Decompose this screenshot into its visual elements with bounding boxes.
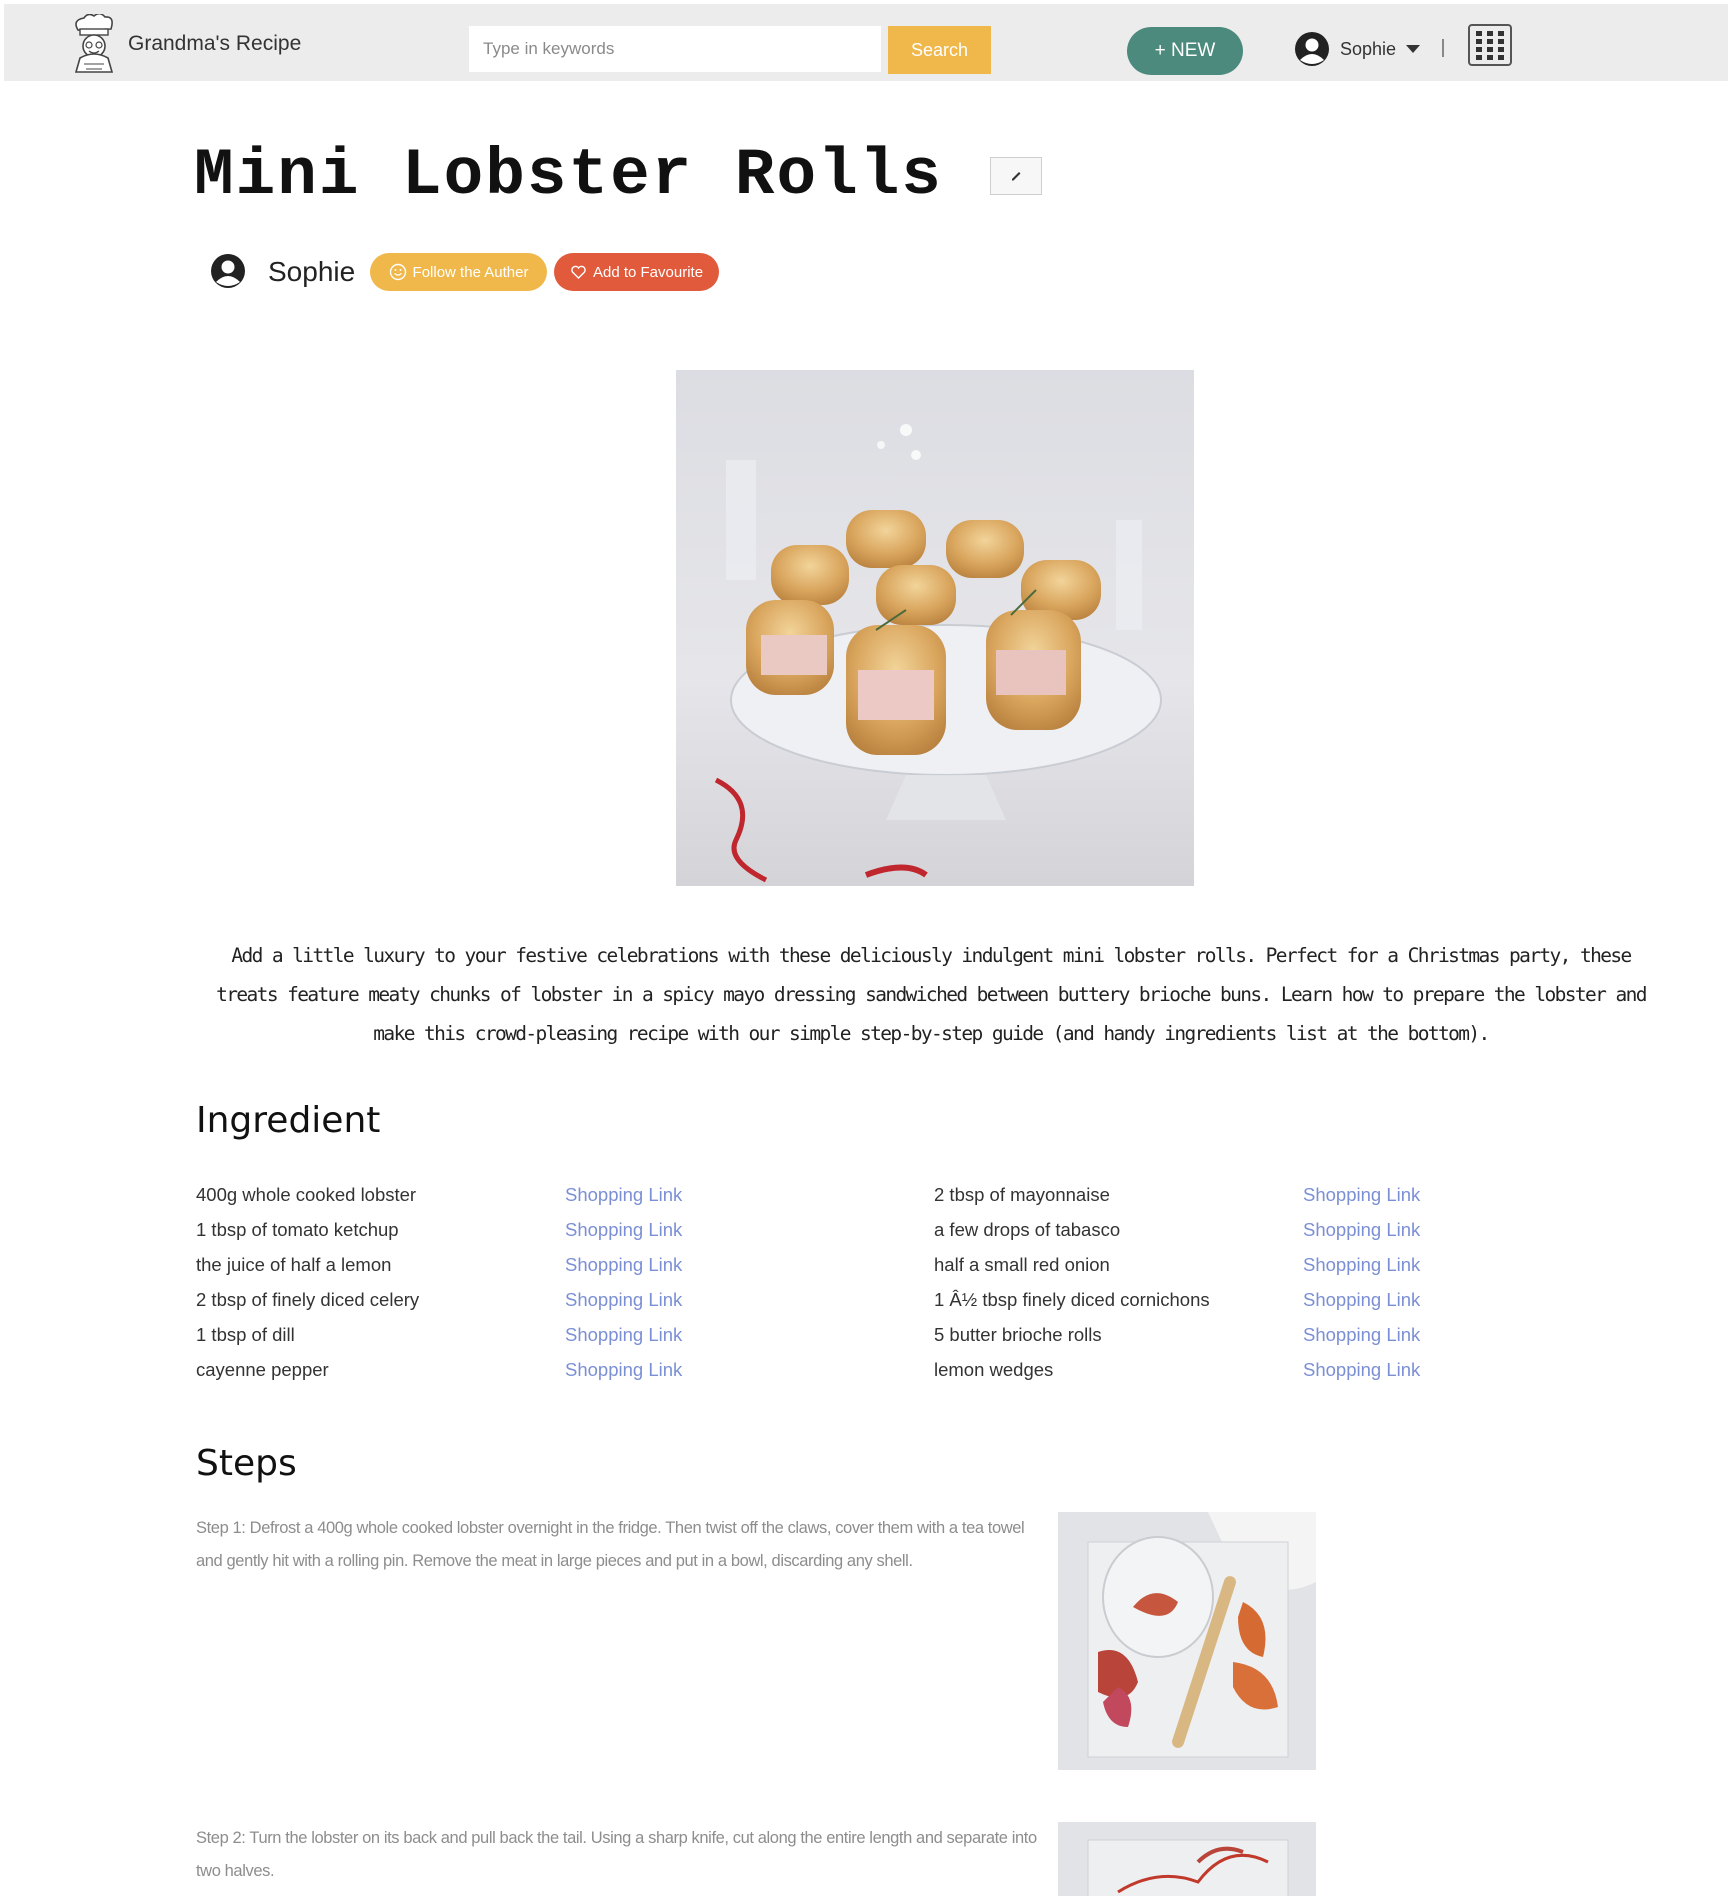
caret-down-icon <box>1406 45 1421 53</box>
ingredient-name: 1 tbsp of tomato ketchup <box>196 1219 399 1240</box>
author-avatar-icon[interactable] <box>210 253 246 289</box>
ingredient-name: 2 tbsp of mayonnaise <box>934 1184 1110 1205</box>
smiley-icon <box>389 263 406 281</box>
follow-author-button[interactable]: Follow the Auther <box>370 253 547 291</box>
recipe-description: Add a little luxury to your festive cele… <box>216 944 1647 1045</box>
recipe-title: Mini Lobster Rolls <box>194 138 943 213</box>
shopping-link[interactable]: Shopping Link <box>565 1184 682 1206</box>
shopping-link[interactable]: Shopping Link <box>565 1324 682 1346</box>
shopping-link[interactable]: Shopping Link <box>565 1359 682 1381</box>
follow-author-label: Follow the Auther <box>412 263 529 281</box>
user-avatar-icon <box>1295 32 1329 66</box>
search-input[interactable] <box>469 26 881 72</box>
shopping-link[interactable]: Shopping Link <box>565 1289 682 1311</box>
shopping-link[interactable]: Shopping Link <box>1303 1184 1420 1206</box>
new-recipe-button[interactable]: + NEW <box>1127 27 1243 75</box>
shopping-link[interactable]: Shopping Link <box>565 1254 682 1276</box>
add-to-favourite-button[interactable]: Add to Favourite <box>554 253 719 291</box>
top-navigation-bar: Grandma's Recipe Search + NEW Sophie <box>4 4 1728 81</box>
header-divider <box>1442 39 1444 57</box>
edit-title-button[interactable] <box>990 157 1042 195</box>
author-name[interactable]: Sophie <box>268 256 355 288</box>
user-menu[interactable]: Sophie <box>1294 30 1421 68</box>
ingredient-name: half a small red onion <box>934 1254 1110 1275</box>
shopping-link[interactable]: Shopping Link <box>1303 1324 1420 1346</box>
step-2-text: Step 2: Turn the lobster on its back and… <box>196 1829 1037 1880</box>
shopping-link[interactable]: Shopping Link <box>1303 1254 1420 1276</box>
ingredient-name: 1 tbsp of dill <box>196 1324 295 1345</box>
step-1-image <box>1058 1512 1316 1770</box>
shopping-link[interactable]: Shopping Link <box>565 1219 682 1241</box>
ingredient-name: the juice of half a lemon <box>196 1254 392 1275</box>
shopping-link[interactable]: Shopping Link <box>1303 1289 1420 1311</box>
ingredient-name: cayenne pepper <box>196 1359 329 1380</box>
user-name: Sophie <box>1340 38 1397 59</box>
search-button[interactable]: Search <box>888 26 991 74</box>
shopping-link[interactable]: Shopping Link <box>1303 1359 1420 1381</box>
step-2-image <box>1058 1822 1316 1896</box>
ingredient-name: lemon wedges <box>934 1359 1054 1380</box>
ingredient-name: 1 Â½ tbsp finely diced cornichons <box>934 1289 1210 1310</box>
chef-grandma-logo[interactable] <box>68 14 120 76</box>
recipe-hero-image <box>676 370 1194 886</box>
ingredient-name: 2 tbsp of finely diced celery <box>196 1289 420 1310</box>
grid-apps-icon[interactable] <box>1468 24 1512 66</box>
ingredients-heading: Ingredient <box>196 1100 381 1141</box>
ingredient-name: 400g whole cooked lobster <box>196 1184 417 1205</box>
steps-heading: Steps <box>196 1443 297 1484</box>
shopping-link[interactable]: Shopping Link <box>1303 1219 1420 1241</box>
ingredient-name: a few drops of tabasco <box>934 1219 1121 1240</box>
pencil-edit-icon <box>1012 171 1021 180</box>
heart-icon <box>571 265 586 279</box>
step-1-text: Step 1: Defrost a 400g whole cooked lobs… <box>196 1519 1025 1570</box>
ingredient-name: 5 butter brioche rolls <box>934 1324 1102 1345</box>
add-to-favourite-label: Add to Favourite <box>592 263 704 281</box>
brand-name[interactable]: Grandma's Recipe <box>128 32 301 56</box>
